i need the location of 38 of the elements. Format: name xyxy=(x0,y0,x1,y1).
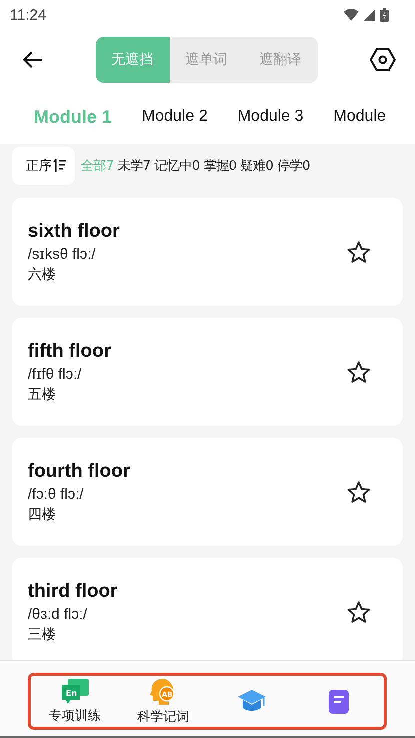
settings-icon[interactable] xyxy=(370,48,396,72)
word-title: third floor xyxy=(28,580,118,602)
word-card[interactable]: sixth floor /sɪksθ flɔː/ 六楼 xyxy=(12,198,403,306)
sort-icon xyxy=(53,159,67,173)
meaning-text: 六楼 xyxy=(28,266,57,284)
word-title: fourth floor xyxy=(28,460,130,482)
signal-icon xyxy=(364,10,375,20)
phonetic-text: /fɪfθ flɔː/ xyxy=(28,366,83,382)
meaning-text: 四楼 xyxy=(28,506,57,524)
word-card[interactable]: fourth floor /fɔːθ flɔː/ 四楼 xyxy=(12,438,403,546)
meaning-text: 五楼 xyxy=(28,386,57,404)
battery-icon xyxy=(380,8,389,22)
nav-label[interactable]: 科学记词 xyxy=(137,708,190,726)
sort-button[interactable]: 正序 xyxy=(12,147,75,185)
phonetic-text: /θɜːd flɔː/ xyxy=(28,606,88,622)
module-tab[interactable]: Module xyxy=(320,108,400,126)
filter-tab[interactable]: 掌握0 xyxy=(202,157,239,175)
nav-label[interactable]: 专项训练 xyxy=(49,706,102,724)
star-icon[interactable] xyxy=(347,360,371,384)
word-title: fifth floor xyxy=(28,340,112,362)
word-title: sixth floor xyxy=(28,220,120,242)
module-tab[interactable]: Module 3 xyxy=(224,108,318,126)
filter-tab[interactable]: 记忆中0 xyxy=(152,157,202,175)
module-tab[interactable]: Module 2 xyxy=(128,108,222,126)
word-card[interactable]: fifth floor /fɪfθ flɔː/ 五楼 xyxy=(12,318,403,426)
filter-tab[interactable]: 疑难0 xyxy=(238,157,276,175)
word-card[interactable]: third floor /θɜːd flɔː/ 三楼 xyxy=(12,558,403,660)
phonetic-text: /fɔːθ flɔː/ xyxy=(28,486,85,502)
back-arrow-icon[interactable] xyxy=(23,51,43,69)
star-icon[interactable] xyxy=(347,480,371,504)
filter-tab[interactable]: 停学0 xyxy=(275,157,312,175)
filter-tab[interactable]: 未学7 xyxy=(116,157,153,175)
wifi-icon xyxy=(344,9,359,21)
status-time: 11:24 xyxy=(10,6,46,24)
meaning-text: 三楼 xyxy=(28,626,57,644)
star-icon[interactable] xyxy=(347,600,371,624)
star-icon[interactable] xyxy=(347,240,371,264)
phonetic-text: /sɪksθ flɔː/ xyxy=(28,246,97,262)
